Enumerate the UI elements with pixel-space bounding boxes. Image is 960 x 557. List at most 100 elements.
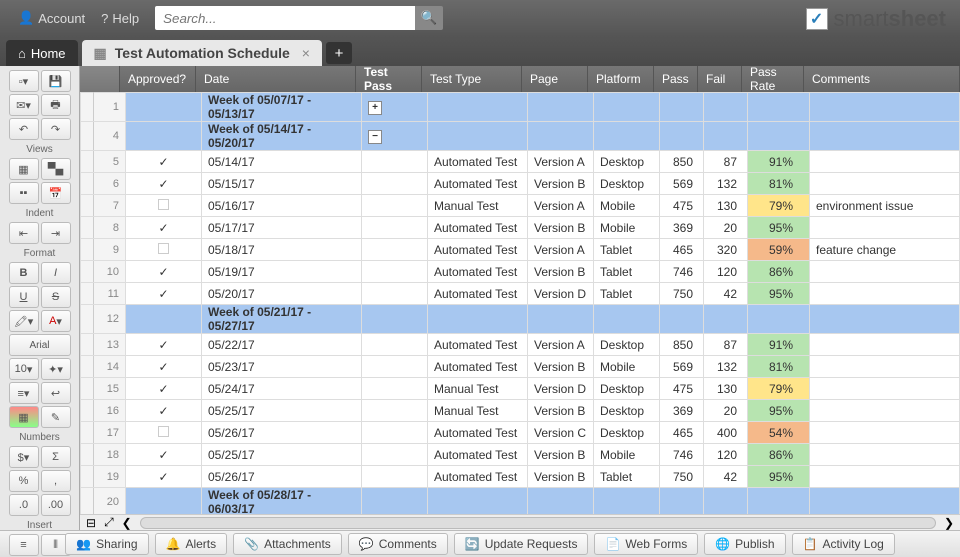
- row-handle[interactable]: [81, 283, 94, 305]
- cell-passrate[interactable]: 91%: [748, 151, 810, 173]
- cell-pass[interactable]: 746: [660, 261, 704, 283]
- cell-platform[interactable]: Tablet: [594, 283, 660, 305]
- cell-pass[interactable]: 850: [660, 151, 704, 173]
- undo-button[interactable]: ↶: [9, 118, 39, 140]
- cell-comments[interactable]: [810, 334, 960, 356]
- cell-comments[interactable]: [810, 356, 960, 378]
- cell-pass[interactable]: 750: [660, 466, 704, 488]
- search-button[interactable]: 🔍: [415, 6, 443, 30]
- cell-approved[interactable]: ✓: [126, 356, 202, 378]
- activity-log-tab[interactable]: 📋Activity Log: [792, 533, 895, 555]
- underline-button[interactable]: U: [9, 286, 39, 308]
- cell-testtype[interactable]: Automated Test: [428, 422, 528, 444]
- cell-testtype[interactable]: Automated Test: [428, 334, 528, 356]
- cell-page[interactable]: Version A: [528, 195, 594, 217]
- table-row[interactable]: 6✓05/15/17Automated TestVersion BDesktop…: [81, 173, 960, 195]
- cell-comments[interactable]: environment issue: [810, 195, 960, 217]
- gantt-view-button[interactable]: ▀▄: [41, 158, 71, 180]
- cell-passrate[interactable]: 79%: [748, 195, 810, 217]
- cell-page[interactable]: Version D: [528, 283, 594, 305]
- cell-platform[interactable]: Mobile: [594, 444, 660, 466]
- cell-page[interactable]: Version A: [528, 151, 594, 173]
- cell-date[interactable]: Week of 05/07/17 - 05/13/17: [202, 93, 362, 122]
- cell-fail[interactable]: 130: [704, 195, 748, 217]
- cell-fail[interactable]: 42: [704, 283, 748, 305]
- dec-more-button[interactable]: .00: [41, 494, 71, 516]
- card-view-button[interactable]: ▪▪: [9, 182, 39, 204]
- cell-comments[interactable]: [810, 444, 960, 466]
- cell-passrate[interactable]: 54%: [748, 422, 810, 444]
- col-platform[interactable]: Platform: [588, 66, 654, 92]
- font-size-select[interactable]: 10 ▾: [9, 358, 39, 380]
- table-row[interactable]: 14✓05/23/17Automated TestVersion BMobile…: [81, 356, 960, 378]
- expand-toggle[interactable]: −: [368, 130, 382, 144]
- cell-testpass[interactable]: [362, 261, 428, 283]
- collapse-all-button[interactable]: ⊟: [86, 516, 96, 530]
- cell-pass[interactable]: 475: [660, 195, 704, 217]
- table-row[interactable]: 19✓05/26/17Automated TestVersion BTablet…: [81, 466, 960, 488]
- attachments-tab[interactable]: 📎Attachments: [233, 533, 342, 555]
- cell-testpass[interactable]: −: [362, 122, 428, 151]
- cell-page[interactable]: Version B: [528, 356, 594, 378]
- cell-comments[interactable]: [810, 217, 960, 239]
- cell-comments[interactable]: feature change: [810, 239, 960, 261]
- cell-testpass[interactable]: [362, 283, 428, 305]
- webforms-tab[interactable]: 📄Web Forms: [594, 533, 698, 555]
- cell-approved[interactable]: ✓: [126, 378, 202, 400]
- cell-pass[interactable]: 746: [660, 444, 704, 466]
- cell-fail[interactable]: 132: [704, 173, 748, 195]
- table-row[interactable]: 1Week of 05/07/17 - 05/13/17+: [81, 93, 960, 122]
- percent-button[interactable]: %: [9, 470, 39, 492]
- cell-comments[interactable]: [810, 173, 960, 195]
- account-link[interactable]: 👤Account: [10, 10, 93, 26]
- cell-pass[interactable]: 465: [660, 239, 704, 261]
- cell-approved[interactable]: ✓: [126, 444, 202, 466]
- cell-platform[interactable]: Desktop: [594, 422, 660, 444]
- table-row[interactable]: 18✓05/25/17Automated TestVersion BMobile…: [81, 444, 960, 466]
- row-handle[interactable]: [81, 466, 94, 488]
- help-link[interactable]: ?Help: [93, 11, 147, 26]
- cell-testpass[interactable]: [362, 444, 428, 466]
- search-input[interactable]: [155, 6, 415, 30]
- cell-fail[interactable]: 20: [704, 217, 748, 239]
- fill-color-button[interactable]: 🖍▾: [9, 310, 39, 332]
- expand-toggle[interactable]: +: [368, 101, 382, 115]
- col-date[interactable]: Date: [196, 66, 356, 92]
- table-row[interactable]: 1705/26/17Automated TestVersion CDesktop…: [81, 422, 960, 444]
- cell-testpass[interactable]: [362, 356, 428, 378]
- cell-testpass[interactable]: [362, 195, 428, 217]
- cell-fail[interactable]: 20: [704, 400, 748, 422]
- calendar-view-button[interactable]: 📅: [41, 182, 71, 204]
- cell-testtype[interactable]: Automated Test: [428, 217, 528, 239]
- highlight-button[interactable]: ✎: [41, 406, 71, 428]
- cell-platform[interactable]: Tablet: [594, 239, 660, 261]
- cell-approved[interactable]: [126, 488, 202, 515]
- table-row[interactable]: 20Week of 05/28/17 - 06/03/17: [81, 488, 960, 515]
- table-row[interactable]: 4Week of 05/14/17 - 05/20/17−: [81, 122, 960, 151]
- row-handle[interactable]: [81, 122, 94, 151]
- cell-approved[interactable]: ✓: [126, 151, 202, 173]
- cell-testpass[interactable]: [362, 422, 428, 444]
- cell-date[interactable]: 05/26/17: [202, 422, 362, 444]
- cell-platform[interactable]: Desktop: [594, 173, 660, 195]
- cell-fail[interactable]: 132: [704, 356, 748, 378]
- cell-platform[interactable]: Desktop: [594, 151, 660, 173]
- row-handle[interactable]: [81, 378, 94, 400]
- cell-pass[interactable]: 569: [660, 173, 704, 195]
- cell-date[interactable]: 05/25/17: [202, 400, 362, 422]
- cell-date[interactable]: Week of 05/14/17 - 05/20/17: [202, 122, 362, 151]
- cell-approved[interactable]: [126, 239, 202, 261]
- col-pass[interactable]: Pass: [654, 66, 698, 92]
- cell-pass[interactable]: 569: [660, 356, 704, 378]
- cell-date[interactable]: 05/24/17: [202, 378, 362, 400]
- row-handle[interactable]: [81, 400, 94, 422]
- cell-date[interactable]: 05/18/17: [202, 239, 362, 261]
- cell-approved[interactable]: [126, 122, 202, 151]
- insert-row-button[interactable]: ≡: [9, 534, 39, 556]
- row-handle[interactable]: [81, 261, 94, 283]
- font-color-button[interactable]: A▾: [41, 310, 71, 332]
- cell-date[interactable]: Week of 05/28/17 - 06/03/17: [202, 488, 362, 515]
- cell-page[interactable]: Version B: [528, 173, 594, 195]
- row-handle[interactable]: [81, 93, 94, 122]
- cell-page[interactable]: Version A: [528, 334, 594, 356]
